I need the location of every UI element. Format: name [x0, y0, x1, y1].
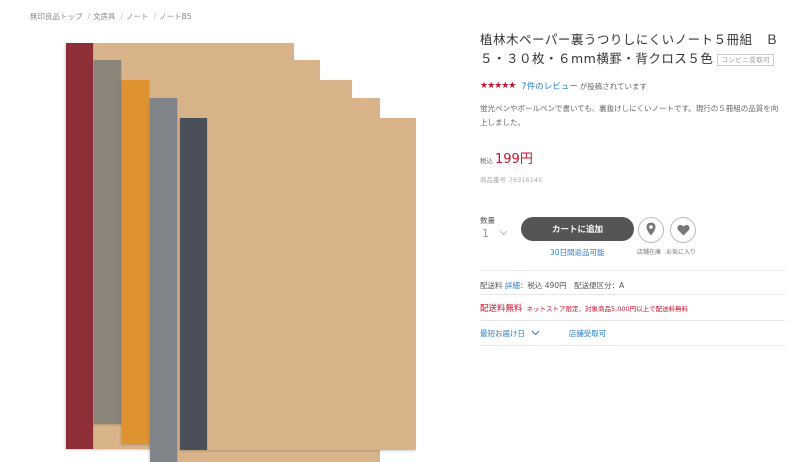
chevron-down-icon: [527, 329, 540, 338]
return-note[interactable]: 30日間返品可能: [550, 247, 605, 258]
store-stock-caption: 店舗在庫: [637, 249, 662, 256]
free-shipping-note: ネットストア限定、対象商品5,000円以上で配送料無料: [526, 305, 689, 313]
breadcrumb: 無印良品トップ / 文房具 / ノート / ノートB5: [30, 11, 194, 22]
shipping-fee-text: ：税込 490円 配送便区分：A: [519, 281, 625, 290]
breadcrumb-item-stationery[interactable]: 文房具: [93, 12, 116, 21]
spine-slate: [150, 98, 177, 462]
divider: [480, 294, 785, 295]
spine-red: [66, 43, 93, 449]
price-row: 税込 199円: [480, 148, 785, 167]
quantity-value: 1: [482, 227, 489, 240]
spine-gray: [94, 60, 121, 424]
store-stock-button[interactable]: [638, 217, 664, 243]
notebook-navy: [180, 118, 416, 450]
favorite-caption: お気に入り: [666, 249, 697, 256]
review-link[interactable]: 7件のレビュー: [521, 80, 577, 92]
divider: [480, 345, 785, 346]
breadcrumb-item-top[interactable]: 無印良品トップ: [30, 12, 83, 21]
review-suffix: が投稿されています: [579, 81, 648, 91]
add-to-cart-button[interactable]: カートに追加: [521, 217, 634, 241]
product-image[interactable]: [60, 38, 420, 462]
breadcrumb-separator: /: [120, 12, 124, 21]
breadcrumb-item-notebook-b5: ノートB5: [159, 12, 192, 21]
rating: ★★★★★ 7件のレビュー が投稿されています: [480, 80, 785, 92]
item-number-label: 商品番号: [480, 176, 506, 184]
earliest-delivery-toggle[interactable]: 最短お届け日: [480, 329, 543, 338]
delivery-row: 最短お届け日 店舗受取可: [480, 328, 606, 339]
divider: [480, 270, 785, 271]
shipping-fee-row: 配送料 詳細：税込 490円 配送便区分：A: [480, 280, 624, 291]
product-title: 植林木ペーパー裏うつりしにくいノート５冊組 Ｂ５・３０枚・６mm横罫・背クロス５…: [480, 30, 785, 68]
product-info: 植林木ペーパー裏うつりしにくいノート５冊組 Ｂ５・３０枚・６mm横罫・背クロス５…: [480, 30, 785, 346]
free-shipping-row: 配送料無料 ネットストア限定、対象商品5,000円以上で配送料無料: [480, 302, 688, 314]
heart-icon: [676, 221, 690, 240]
item-number: 商品番号 76316145: [480, 174, 785, 184]
star-rating-icon: ★★★★★: [480, 81, 516, 91]
item-number-value: 76316145: [509, 176, 543, 184]
product-description: 蛍光ペンやボールペンで書いても、裏抜けしにくいノートです。現行の５冊組の品質を向…: [480, 104, 779, 127]
quantity-label: 数量: [480, 216, 495, 225]
spine-orange: [122, 80, 149, 444]
divider: [480, 320, 785, 321]
shipping-fee-label: 配送料: [480, 281, 503, 290]
breadcrumb-item-notebook[interactable]: ノート: [126, 12, 149, 21]
earliest-delivery-label: 最短お届け日: [480, 329, 525, 338]
price: 199円: [495, 152, 533, 167]
free-shipping-label: 配送料無料: [480, 304, 523, 314]
store-pickup-link[interactable]: 店舗受取可: [569, 329, 607, 338]
favorite-button[interactable]: [670, 217, 696, 243]
quantity-select[interactable]: 1: [482, 227, 508, 240]
breadcrumb-separator: /: [153, 12, 157, 21]
shipping-detail-link[interactable]: 詳細: [505, 281, 520, 290]
tax-label: 税込: [480, 157, 493, 165]
chevron-down-icon: [499, 229, 508, 238]
breadcrumb-separator: /: [87, 12, 91, 21]
map-pin-icon: [646, 221, 656, 240]
spine-navy: [180, 118, 207, 450]
convenience-pickup-badge: コンビニ受取可: [717, 53, 775, 66]
